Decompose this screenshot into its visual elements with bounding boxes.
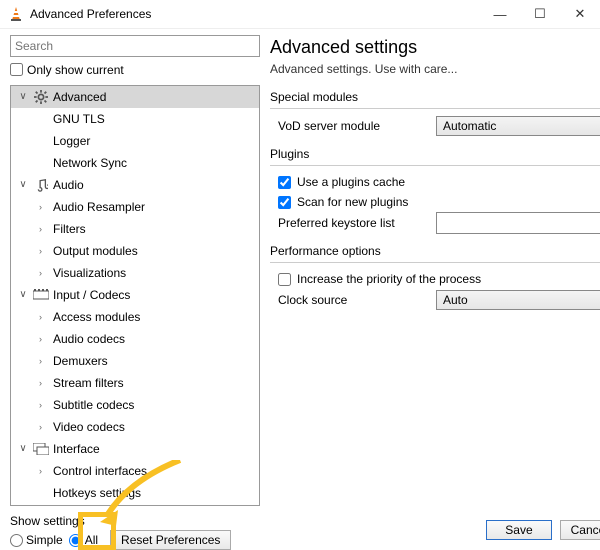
tree-label: Logger (53, 134, 90, 148)
tree-audio-codecs[interactable]: ›Audio codecs (11, 328, 259, 350)
tree-control-interfaces[interactable]: ›Control interfaces (11, 460, 259, 482)
tree-hotkeys-settings[interactable]: Hotkeys settings (11, 482, 259, 504)
tree-label: GNU TLS (53, 112, 105, 126)
tree-label: Control interfaces (53, 464, 147, 478)
only-show-current-box[interactable] (10, 63, 23, 76)
tree-label: Output modules (53, 244, 138, 258)
clock-source-label: Clock source (270, 293, 428, 307)
tree-label: Interface (53, 442, 100, 456)
tree-input-codecs[interactable]: ∨ Input / Codecs (11, 284, 259, 306)
scan-new-plugins-checkbox[interactable]: Scan for new plugins (270, 192, 600, 212)
save-button[interactable]: Save (486, 520, 551, 540)
tree-label: Network Sync (53, 156, 127, 170)
tree-label: Advanced (53, 90, 106, 104)
tree-label: Audio Resampler (53, 200, 145, 214)
radio-simple[interactable]: Simple (10, 533, 63, 547)
only-show-current-checkbox[interactable]: Only show current (10, 57, 260, 85)
tree-audio-resampler[interactable]: ›Audio Resampler (11, 196, 259, 218)
film-icon (33, 289, 49, 301)
search-input[interactable] (10, 35, 260, 57)
tree-main-interfaces[interactable]: ›Main interfaces (11, 504, 259, 505)
tree-label: Audio (53, 178, 84, 192)
use-plugins-cache-checkbox[interactable]: Use a plugins cache (270, 172, 600, 192)
increase-priority-checkbox[interactable]: Increase the priority of the process (270, 269, 600, 289)
tree-demuxers[interactable]: ›Demuxers (11, 350, 259, 372)
tree-interface[interactable]: ∨ Interface (11, 438, 259, 460)
checkbox-label: Increase the priority of the process (297, 272, 481, 286)
interface-icon (33, 443, 49, 455)
radio-all-label: All (85, 533, 98, 547)
select-value: Auto (443, 293, 468, 307)
tree-subtitle-codecs[interactable]: ›Subtitle codecs (11, 394, 259, 416)
tree-audio[interactable]: ∨ Audio (11, 174, 259, 196)
tree-gnu-tls[interactable]: GNU TLS (11, 108, 259, 130)
preferred-keystore-input[interactable] (436, 212, 600, 234)
radio-all[interactable]: All (69, 533, 98, 547)
show-settings-label: Show settings (10, 514, 260, 528)
minimize-button[interactable]: — (480, 0, 520, 28)
tree-label: Filters (53, 222, 86, 236)
checkbox-label: Use a plugins cache (297, 175, 405, 189)
settings-tree[interactable]: ∨ Advanced GNU TLS Logger Network Sync ∨… (10, 85, 260, 506)
tree-access-modules[interactable]: ›Access modules (11, 306, 259, 328)
tree-label: Visualizations (53, 266, 126, 280)
cancel-button[interactable]: Cancel (560, 520, 600, 540)
tree-label: Audio codecs (53, 332, 125, 346)
only-show-current-label: Only show current (27, 63, 124, 77)
panel-subheading: Advanced settings. Use with care... (270, 62, 600, 76)
tree-output-modules[interactable]: ›Output modules (11, 240, 259, 262)
tree-label: Hotkeys settings (53, 486, 141, 500)
tree-label: Input / Codecs (53, 288, 130, 302)
tree-label: Access modules (53, 310, 140, 324)
clock-source-select[interactable]: Auto ▼ (436, 290, 600, 310)
vod-server-select[interactable]: Automatic ▼ (436, 116, 600, 136)
tree-label: Video codecs (53, 420, 125, 434)
window-title: Advanced Preferences (30, 7, 480, 21)
tree-network-sync[interactable]: Network Sync (11, 152, 259, 174)
gear-icon (33, 90, 49, 104)
close-button[interactable]: ✕ (560, 0, 600, 28)
app-icon (8, 6, 24, 22)
tree-logger[interactable]: Logger (11, 130, 259, 152)
tree-advanced[interactable]: ∨ Advanced (11, 86, 259, 108)
keystore-label: Preferred keystore list (270, 216, 428, 230)
music-note-icon (33, 178, 49, 192)
tree-label: Demuxers (53, 354, 108, 368)
tree-visualizations[interactable]: ›Visualizations (11, 262, 259, 284)
maximize-button[interactable]: ☐ (520, 0, 560, 28)
titlebar: Advanced Preferences — ☐ ✕ (0, 0, 600, 29)
checkbox-label: Scan for new plugins (297, 195, 408, 209)
group-special-modules: Special modules (270, 90, 600, 104)
group-plugins: Plugins (270, 147, 600, 161)
reset-preferences-button[interactable]: Reset Preferences (110, 530, 231, 550)
select-value: Automatic (443, 119, 496, 133)
tree-filters[interactable]: ›Filters (11, 218, 259, 240)
tree-label: Subtitle codecs (53, 398, 134, 412)
group-performance: Performance options (270, 244, 600, 258)
vod-label: VoD server module (270, 119, 428, 133)
tree-label: Stream filters (53, 376, 124, 390)
panel-heading: Advanced settings (270, 37, 600, 58)
radio-simple-label: Simple (26, 533, 63, 547)
tree-stream-filters[interactable]: ›Stream filters (11, 372, 259, 394)
tree-video-codecs[interactable]: ›Video codecs (11, 416, 259, 438)
